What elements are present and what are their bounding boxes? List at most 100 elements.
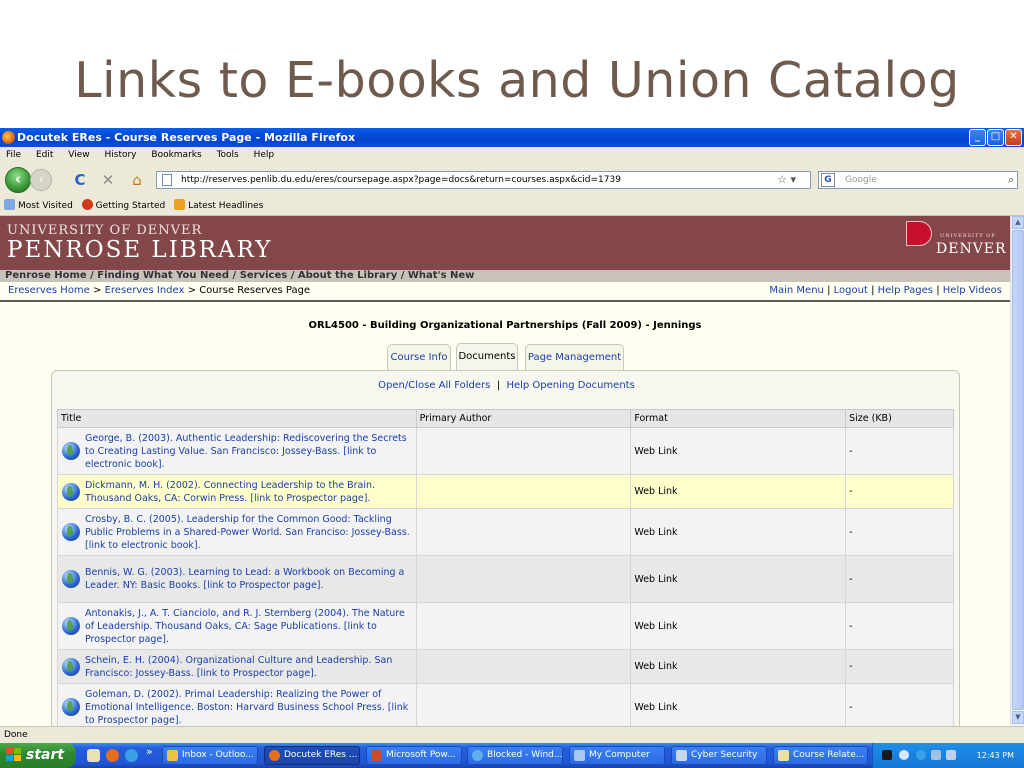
open-close-folders-link[interactable]: Open/Close All Folders bbox=[378, 380, 490, 391]
outlook-icon bbox=[167, 750, 178, 761]
task-outlook[interactable]: Inbox - Outloo... bbox=[162, 746, 258, 765]
reload-icon[interactable]: C bbox=[70, 171, 90, 189]
menu-view[interactable]: View bbox=[68, 150, 89, 160]
tray-volume-icon[interactable] bbox=[931, 750, 941, 760]
bookmarks-toolbar: Most Visited Getting Started Latest Head… bbox=[0, 196, 1024, 216]
search-bar[interactable]: G Google ⌕ bbox=[818, 171, 1018, 189]
task-powerpoint[interactable]: Microsoft Pow... bbox=[366, 746, 462, 765]
table-row[interactable]: Goleman, D. (2002). Primal Leadership: R… bbox=[57, 683, 954, 726]
close-button[interactable]: ✕ bbox=[1005, 129, 1022, 146]
tab-documents[interactable]: Documents bbox=[456, 343, 518, 371]
document-author bbox=[415, 555, 632, 603]
scroll-down-icon[interactable]: ▼ bbox=[1012, 711, 1024, 724]
quicklaunch-firefox-icon[interactable] bbox=[106, 749, 119, 762]
help-videos-link[interactable]: Help Videos bbox=[943, 285, 1002, 296]
maximize-button[interactable]: □ bbox=[987, 129, 1004, 146]
web-link-globe-icon[interactable] bbox=[62, 442, 80, 460]
column-size[interactable]: Size (KB) bbox=[845, 409, 954, 428]
help-pages-link[interactable]: Help Pages bbox=[878, 285, 933, 296]
column-format[interactable]: Format bbox=[630, 409, 847, 428]
tray-help-icon[interactable] bbox=[899, 750, 909, 760]
web-link-globe-icon[interactable] bbox=[62, 523, 80, 541]
vertical-scrollbar[interactable]: ▲ ▼ bbox=[1010, 216, 1024, 726]
table-row[interactable]: George, B. (2003). Authentic Leadership:… bbox=[57, 427, 954, 475]
document-link[interactable]: Dickmann, M. H. (2002). Connecting Leade… bbox=[85, 480, 375, 504]
document-link[interactable]: George, B. (2003). Authentic Leadership:… bbox=[85, 433, 407, 470]
table-row[interactable]: Dickmann, M. H. (2002). Connecting Leade… bbox=[57, 474, 954, 509]
forward-button[interactable]: › bbox=[30, 169, 52, 191]
stop-icon[interactable]: ✕ bbox=[98, 171, 118, 189]
menu-help[interactable]: Help bbox=[254, 150, 275, 160]
clock: 12:43 PM bbox=[976, 751, 1014, 760]
help-opening-documents-link[interactable]: Help Opening Documents bbox=[506, 380, 634, 391]
breadcrumb-ereserves-index[interactable]: Ereserves Index bbox=[105, 285, 185, 296]
document-link[interactable]: Antonakis, J., A. T. Cianciolo, and R. J… bbox=[85, 608, 405, 645]
search-magnifier-icon[interactable]: ⌕ bbox=[1008, 172, 1014, 188]
url-bar[interactable]: http://reserves.penlib.du.edu/eres/cours… bbox=[156, 171, 811, 189]
logout-link[interactable]: Logout bbox=[834, 285, 868, 296]
web-link-globe-icon[interactable] bbox=[62, 698, 80, 716]
document-size: - bbox=[845, 427, 954, 475]
tray-app-icon[interactable] bbox=[882, 750, 892, 760]
table-row[interactable]: Antonakis, J., A. T. Cianciolo, and R. J… bbox=[57, 602, 954, 650]
scrollbar-thumb[interactable] bbox=[1012, 230, 1024, 710]
web-link-globe-icon[interactable] bbox=[62, 657, 80, 676]
task-my-computer[interactable]: My Computer bbox=[569, 746, 665, 765]
document-title-cell: George, B. (2003). Authentic Leadership:… bbox=[57, 427, 417, 475]
tab-course-info[interactable]: Course Info bbox=[387, 344, 451, 370]
table-row[interactable]: Crosby, B. C. (2005). Leadership for the… bbox=[57, 508, 954, 556]
menu-bar: File Edit View History Bookmarks Tools H… bbox=[0, 147, 1024, 164]
task-docutek[interactable]: Docutek ERes ... bbox=[264, 746, 360, 765]
web-link-globe-icon[interactable] bbox=[62, 482, 80, 501]
menu-file[interactable]: File bbox=[6, 150, 21, 160]
bookmark-latest-headlines[interactable]: Latest Headlines bbox=[174, 199, 263, 211]
menu-bookmarks[interactable]: Bookmarks bbox=[151, 150, 201, 160]
library-nav[interactable]: Penrose Home / Finding What You Need / S… bbox=[0, 270, 1010, 282]
library-name[interactable]: PENROSE LIBRARY bbox=[7, 237, 272, 263]
firefox-task-icon bbox=[269, 750, 280, 761]
document-author bbox=[415, 602, 632, 650]
du-logo[interactable]: UNIVERSITY OF DENVER bbox=[906, 221, 1006, 263]
quicklaunch-more-icon[interactable]: » bbox=[146, 745, 153, 758]
document-format: Web Link bbox=[630, 683, 847, 726]
task-course-related[interactable]: Course Relate... bbox=[773, 746, 868, 765]
scroll-up-icon[interactable]: ▲ bbox=[1012, 216, 1024, 229]
navigation-toolbar: ‹ › C ✕ ⌂ http://reserves.penlib.du.edu/… bbox=[0, 164, 1024, 196]
document-title-cell: Schein, E. H. (2004). Organizational Cul… bbox=[57, 649, 417, 684]
document-link[interactable]: Goleman, D. (2002). Primal Leadership: R… bbox=[85, 689, 408, 726]
back-button[interactable]: ‹ bbox=[5, 167, 31, 193]
minimize-button[interactable]: _ bbox=[969, 129, 986, 146]
bookmark-getting-started[interactable]: Getting Started bbox=[81, 199, 165, 211]
web-link-globe-icon[interactable] bbox=[62, 617, 80, 635]
start-button[interactable]: start bbox=[0, 743, 76, 768]
tray-display-icon[interactable] bbox=[946, 750, 956, 760]
google-logo-icon[interactable]: G bbox=[821, 173, 835, 187]
task-cyber-security[interactable]: Cyber Security bbox=[671, 746, 767, 765]
menu-edit[interactable]: Edit bbox=[36, 150, 53, 160]
task-blocked-window[interactable]: Blocked - Wind... bbox=[467, 746, 563, 765]
table-row[interactable]: Schein, E. H. (2004). Organizational Cul… bbox=[57, 649, 954, 684]
table-row[interactable]: Bennis, W. G. (2003). Learning to Lead: … bbox=[57, 555, 954, 603]
document-size: - bbox=[845, 649, 954, 684]
document-link[interactable]: Schein, E. H. (2004). Organizational Cul… bbox=[85, 655, 392, 679]
window-titlebar[interactable]: Docutek ERes - Course Reserves Page - Mo… bbox=[0, 128, 1024, 147]
tray-network-icon[interactable] bbox=[916, 750, 926, 760]
main-menu-link[interactable]: Main Menu bbox=[769, 285, 824, 296]
column-primary-author[interactable]: Primary Author bbox=[415, 409, 632, 428]
quicklaunch-ie-icon[interactable] bbox=[125, 749, 138, 762]
document-link[interactable]: Crosby, B. C. (2005). Leadership for the… bbox=[85, 514, 410, 551]
document-link[interactable]: Bennis, W. G. (2003). Learning to Lead: … bbox=[85, 567, 404, 591]
menu-tools[interactable]: Tools bbox=[217, 150, 239, 160]
bookmark-most-visited[interactable]: Most Visited bbox=[4, 199, 73, 211]
search-input[interactable]: Google bbox=[845, 175, 877, 185]
column-title[interactable]: Title bbox=[57, 409, 417, 428]
ie-task-icon bbox=[472, 750, 483, 761]
breadcrumb: Ereserves Home > Ereserves Index > Cours… bbox=[0, 282, 1010, 302]
quicklaunch-desktop-icon[interactable] bbox=[87, 749, 100, 762]
home-icon[interactable]: ⌂ bbox=[127, 171, 147, 189]
menu-history[interactable]: History bbox=[104, 150, 136, 160]
bookmark-star-icon[interactable]: ☆ ▾ bbox=[777, 172, 796, 188]
breadcrumb-ereserves-home[interactable]: Ereserves Home bbox=[8, 285, 90, 296]
web-link-globe-icon[interactable] bbox=[62, 570, 80, 588]
tab-page-management[interactable]: Page Management bbox=[525, 344, 624, 370]
